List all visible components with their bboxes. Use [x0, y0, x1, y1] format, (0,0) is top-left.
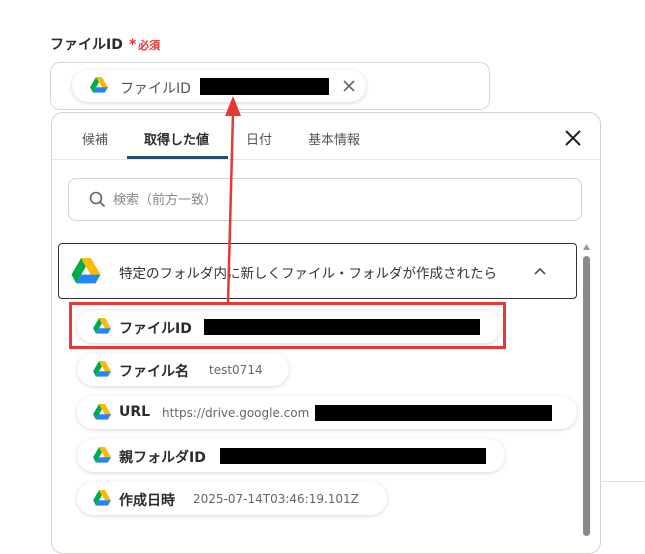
scroll-up-arrow[interactable]: [582, 243, 591, 251]
field-label: ファイルID * 必須: [50, 34, 160, 54]
output-item-url[interactable]: URL https://drive.google.com: [77, 396, 577, 429]
field-label-text: ファイルID: [50, 37, 123, 53]
tab-retrieved-values[interactable]: 取得した値: [144, 129, 209, 148]
active-tab-indicator: [127, 156, 228, 159]
tab-date[interactable]: 日付: [246, 129, 272, 148]
search-box: [68, 178, 582, 221]
google-drive-icon: [90, 77, 108, 93]
trigger-group-header[interactable]: 特定のフォルダ内に新しくファイル・フォルダが作成されたら: [58, 243, 577, 299]
item-label: ファイル名: [119, 364, 189, 380]
required-text: 必須: [138, 39, 161, 52]
redacted-value: [315, 405, 552, 421]
scrollbar-thumb[interactable]: [583, 256, 590, 536]
item-value: https://drive.google.com: [162, 406, 310, 420]
output-item-file-name[interactable]: ファイル名 test0714: [77, 353, 289, 386]
google-drive-icon: [93, 361, 111, 377]
selected-chip-label: ファイルID: [120, 81, 191, 97]
item-label: URL: [119, 404, 151, 420]
google-drive-icon: [93, 404, 111, 420]
output-item-created-at[interactable]: 作成日時 2025-07-14T03:46:19.101Z: [77, 482, 387, 515]
annotation-highlight-box: [69, 302, 506, 349]
item-value: test0714: [209, 363, 263, 377]
item-label: 親フォルダID: [119, 450, 206, 466]
google-drive-icon: [71, 258, 101, 284]
output-item-parent-folder-id[interactable]: 親フォルダID: [77, 439, 505, 472]
item-value: 2025-07-14T03:46:19.101Z: [193, 492, 359, 506]
search-icon: [89, 191, 106, 208]
clear-icon[interactable]: [340, 77, 358, 95]
search-input[interactable]: [111, 189, 565, 211]
tab-basic-info[interactable]: 基本情報: [308, 129, 360, 148]
group-title: 特定のフォルダ内に新しくファイル・フォルダが作成されたら: [119, 266, 497, 282]
close-icon[interactable]: [562, 127, 584, 149]
chevron-up-icon[interactable]: [533, 266, 547, 276]
selected-value-chip[interactable]: ファイルID: [72, 70, 366, 102]
divider: [600, 481, 645, 482]
item-label: 作成日時: [119, 493, 175, 509]
redacted-value: [220, 448, 486, 464]
required-star: *: [128, 37, 137, 53]
tab-bar: 候補 取得した値 日付 基本情報: [52, 113, 600, 160]
google-drive-icon: [93, 490, 111, 506]
redacted-value: [200, 78, 329, 95]
tab-candidates[interactable]: 候補: [82, 129, 108, 148]
google-drive-icon: [93, 447, 111, 463]
